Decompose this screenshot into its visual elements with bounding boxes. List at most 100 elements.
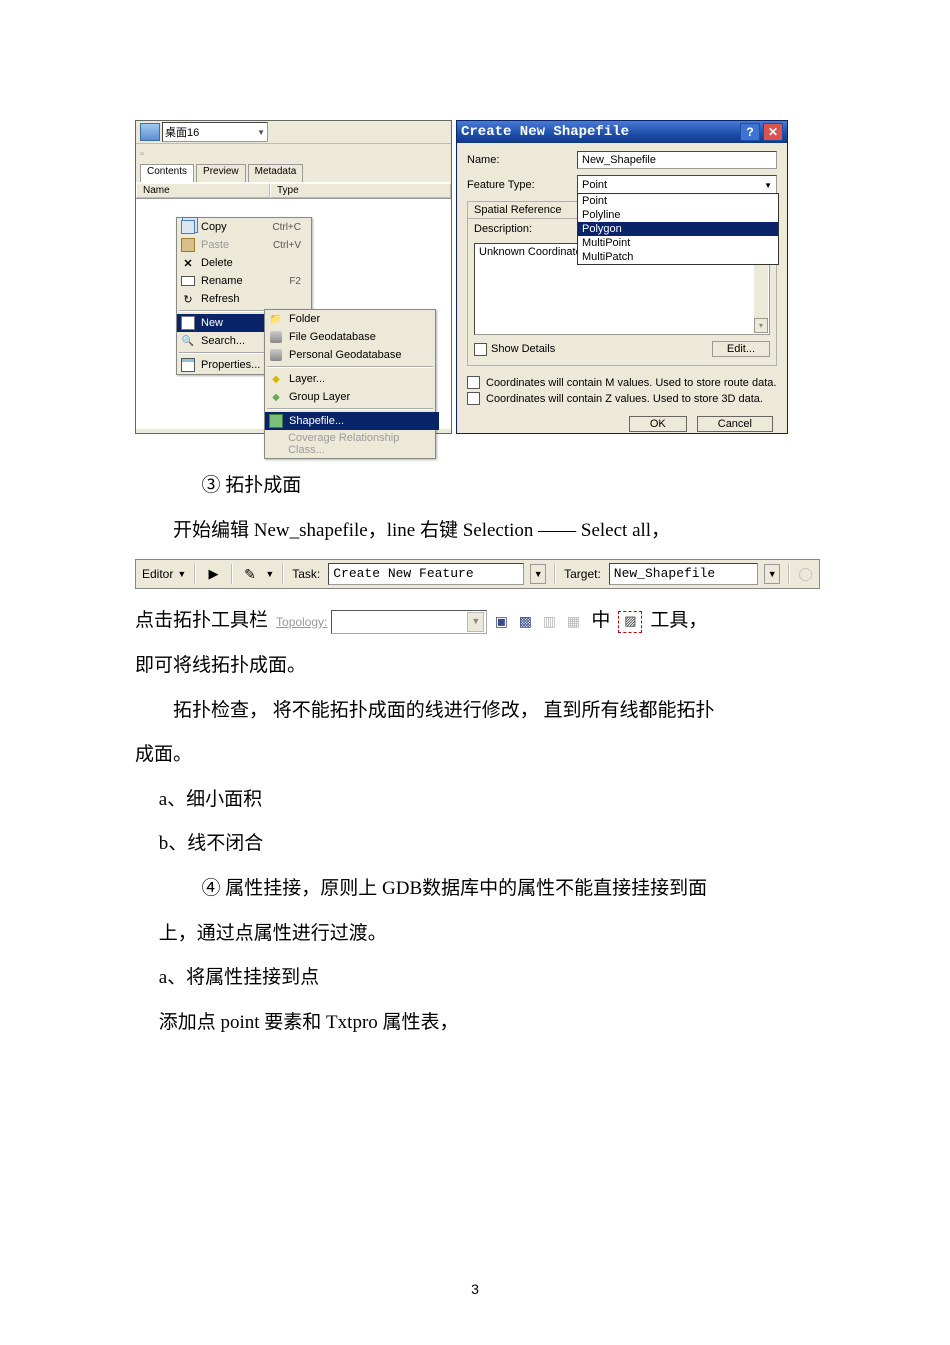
paragraph: 成面。: [135, 733, 820, 778]
menu-rename-label: Rename: [201, 275, 243, 287]
menu-delete-label: Delete: [201, 257, 233, 269]
target-value: New_Shapefile: [614, 559, 715, 590]
dialog-title: Create New Shapefile: [461, 124, 629, 140]
submenu-group-layer[interactable]: Group Layer: [265, 388, 439, 406]
menu-refresh-label: Refresh: [201, 293, 240, 305]
menu-search-label: Search...: [201, 335, 245, 347]
submenu-group-layer-label: Group Layer: [289, 391, 350, 403]
sketch-tool-icon[interactable]: ✎: [241, 564, 260, 584]
submenu-personal-gdb[interactable]: Personal Geodatabase: [265, 346, 439, 364]
menu-refresh[interactable]: Refresh: [177, 290, 311, 308]
tool-icon[interactable]: ◯: [798, 566, 813, 582]
toolbar-placeholder: ▫: [136, 144, 451, 164]
task-dropdown[interactable]: Create New Feature: [328, 563, 524, 585]
feature-type-option[interactable]: MultiPoint: [578, 236, 778, 250]
tab-preview[interactable]: Preview: [196, 164, 246, 182]
feature-type-option[interactable]: MultiPatch: [578, 250, 778, 264]
search-icon: [181, 334, 195, 348]
refresh-icon: [181, 292, 195, 306]
address-value: 桌面16: [165, 124, 199, 140]
menu-paste-label: Paste: [201, 239, 229, 251]
close-button[interactable]: ✕: [763, 123, 783, 141]
separator: [554, 564, 556, 584]
document-body: ③ 拓扑成面 开始编辑 New_shapefile，line 右键 Select…: [135, 464, 820, 1046]
menu-copy[interactable]: Copy Ctrl+C: [177, 218, 311, 236]
m-values-checkbox[interactable]: Coordinates will contain M values. Used …: [467, 376, 777, 389]
submenu-shapefile[interactable]: Shapefile...: [265, 412, 439, 430]
new-icon: [181, 316, 195, 330]
list-header: Name Type: [136, 182, 451, 199]
tab-metadata[interactable]: Metadata: [248, 164, 304, 182]
help-button[interactable]: ?: [740, 123, 760, 141]
page-number: 3: [471, 1281, 479, 1297]
menu-properties-label: Properties...: [201, 359, 260, 371]
properties-icon: [181, 358, 195, 372]
target-label: Target:: [564, 560, 601, 588]
new-submenu: Folder File Geodatabase Personal Geodata…: [264, 309, 436, 459]
edit-tool-icon[interactable]: ▶: [204, 564, 223, 584]
name-label: Name:: [467, 154, 577, 166]
chevron-down-icon[interactable]: ▼: [764, 564, 780, 584]
chevron-down-icon[interactable]: ▼: [530, 564, 546, 584]
delete-icon: [181, 256, 195, 270]
feature-type-dropdown[interactable]: Point ▼: [577, 175, 777, 195]
tabs: Contents Preview Metadata: [136, 164, 451, 182]
submenu-file-gdb[interactable]: File Geodatabase: [265, 328, 439, 346]
show-details-checkbox[interactable]: Show Details: [474, 343, 555, 356]
text-before-toolbar: 点击拓扑工具栏: [135, 599, 268, 644]
submenu-layer[interactable]: Layer...: [265, 370, 439, 388]
submenu-folder[interactable]: Folder: [265, 310, 439, 328]
editor-dropdown[interactable]: Editor ▼: [142, 560, 186, 588]
m-values-label: Coordinates will contain M values. Used …: [486, 377, 776, 389]
topology-tool-icon[interactable]: ▩: [515, 612, 535, 632]
menu-rename-shortcut: F2: [289, 276, 301, 287]
topology-tool-icon[interactable]: ▦: [563, 612, 583, 632]
feature-type-label: Feature Type:: [467, 179, 577, 191]
list-item: b、线不闭合: [135, 822, 820, 867]
cancel-button[interactable]: Cancel: [697, 416, 773, 432]
checkbox-icon: [467, 376, 480, 389]
scroll-down-icon[interactable]: ▾: [754, 318, 768, 333]
file-gdb-icon: [269, 330, 283, 344]
target-dropdown[interactable]: New_Shapefile: [609, 563, 758, 585]
submenu-shapefile-label: Shapefile...: [289, 415, 344, 427]
create-shapefile-dialog: Create New Shapefile ? ✕ Name: New_Shape…: [456, 120, 788, 434]
menu-delete[interactable]: Delete: [177, 254, 311, 272]
z-values-checkbox[interactable]: Coordinates will contain Z values. Used …: [467, 392, 777, 405]
menu-rename[interactable]: Rename F2: [177, 272, 311, 290]
menu-copy-shortcut: Ctrl+C: [272, 222, 301, 233]
tab-contents[interactable]: Contents: [140, 164, 194, 182]
sketch-dropdown[interactable]: ▼: [265, 564, 274, 585]
topology-tool-icon[interactable]: ▥: [539, 612, 559, 632]
submenu-folder-label: Folder: [289, 313, 320, 325]
topology-tool-icon[interactable]: ▣: [491, 612, 511, 632]
feature-type-option[interactable]: Point: [578, 194, 778, 208]
personal-gdb-icon: [269, 348, 283, 362]
feature-type-option[interactable]: Polygon: [578, 222, 778, 236]
paragraph: 即可将线拓扑成面。: [135, 644, 820, 689]
menu-new-label: New: [201, 317, 223, 329]
list-area: Copy Ctrl+C Paste Ctrl+V Delete Ren: [136, 199, 451, 429]
topology-dropdown[interactable]: ▼: [331, 610, 487, 634]
copy-icon: [181, 220, 195, 234]
edit-button[interactable]: Edit...: [712, 341, 770, 357]
editor-label: Editor: [142, 560, 173, 588]
name-value: New_Shapefile: [582, 154, 656, 166]
topology-label: Topology:: [276, 608, 327, 636]
construct-polygons-icon[interactable]: ▨: [618, 611, 642, 633]
rename-icon: [181, 274, 195, 288]
chevron-down-icon: ▼: [764, 181, 772, 190]
feature-type-option[interactable]: Polyline: [578, 208, 778, 222]
address-dropdown[interactable]: 桌面16 ▼: [162, 122, 268, 142]
column-type[interactable]: Type: [270, 183, 451, 198]
ok-button[interactable]: OK: [629, 416, 687, 432]
column-name[interactable]: Name: [136, 183, 270, 198]
paragraph: 拓扑检查， 将不能拓扑成面的线进行修改， 直到所有线都能拓扑: [135, 689, 820, 734]
submenu-coverage-rel: Coverage Relationship Class...: [265, 430, 439, 458]
checkbox-icon: [467, 392, 480, 405]
text-mid: 中: [591, 599, 610, 644]
menu-copy-label: Copy: [201, 221, 227, 233]
menu-paste-shortcut: Ctrl+V: [273, 240, 301, 251]
task-value: Create New Feature: [333, 559, 473, 590]
name-input[interactable]: New_Shapefile: [577, 151, 777, 169]
